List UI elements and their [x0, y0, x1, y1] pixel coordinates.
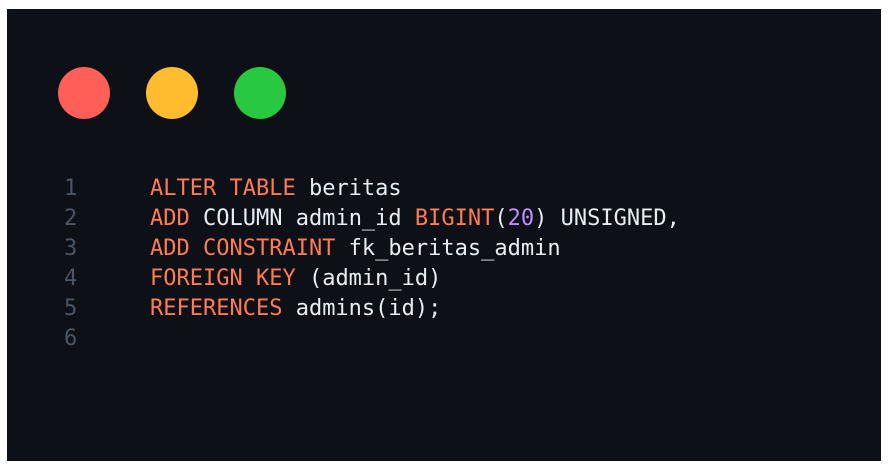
code-line: 3 ADD CONSTRAINT fk_beritas_admin: [64, 234, 680, 264]
code-block: 1 ALTER TABLE beritas 2 ADD COLUMN admin_id…: [64, 174, 680, 354]
line-number: 5: [64, 296, 78, 321]
code-token-text: fk_beritas_admin: [335, 236, 561, 261]
code-token-text: admins(id);: [282, 296, 442, 321]
code-token-text: ) UNSIGNED,: [534, 206, 680, 231]
code-line: 4 FOREIGN KEY (admin_id): [64, 264, 680, 294]
line-number: 3: [64, 236, 78, 261]
code-token-text: beritas: [295, 176, 402, 201]
maximize-dot-icon[interactable]: [234, 67, 286, 119]
code-token-keyword: FOREIGN KEY: [150, 266, 296, 291]
code-token-text: (admin_id): [295, 266, 442, 291]
code-token-text: COLUMN admin_id: [189, 206, 415, 231]
code-token-text: (: [494, 206, 508, 231]
code-token-number: 20: [507, 206, 535, 231]
code-line: 5 REFERENCES admins(id);: [64, 294, 680, 324]
code-token-keyword: ALTER TABLE: [150, 176, 296, 201]
code-line: 6: [64, 324, 680, 354]
code-line: 1 ALTER TABLE beritas: [64, 174, 680, 204]
code-token-keyword: ADD: [150, 206, 190, 231]
line-number: 2: [64, 206, 78, 231]
code-token-keyword: ADD CONSTRAINT: [150, 236, 336, 261]
line-number: 4: [64, 266, 78, 291]
line-number: 6: [64, 326, 78, 351]
code-token-keyword: BIGINT: [414, 206, 495, 231]
line-number: 1: [64, 176, 78, 201]
code-line: 2 ADD COLUMN admin_id BIGINT(20) UNSIGNED…: [64, 204, 680, 234]
minimize-dot-icon[interactable]: [146, 67, 198, 119]
code-token-keyword: REFERENCES: [150, 296, 283, 321]
close-dot-icon[interactable]: [58, 67, 110, 119]
traffic-lights: [58, 67, 286, 119]
code-window: 1 ALTER TABLE beritas 2 ADD COLUMN admin_id…: [7, 9, 881, 461]
